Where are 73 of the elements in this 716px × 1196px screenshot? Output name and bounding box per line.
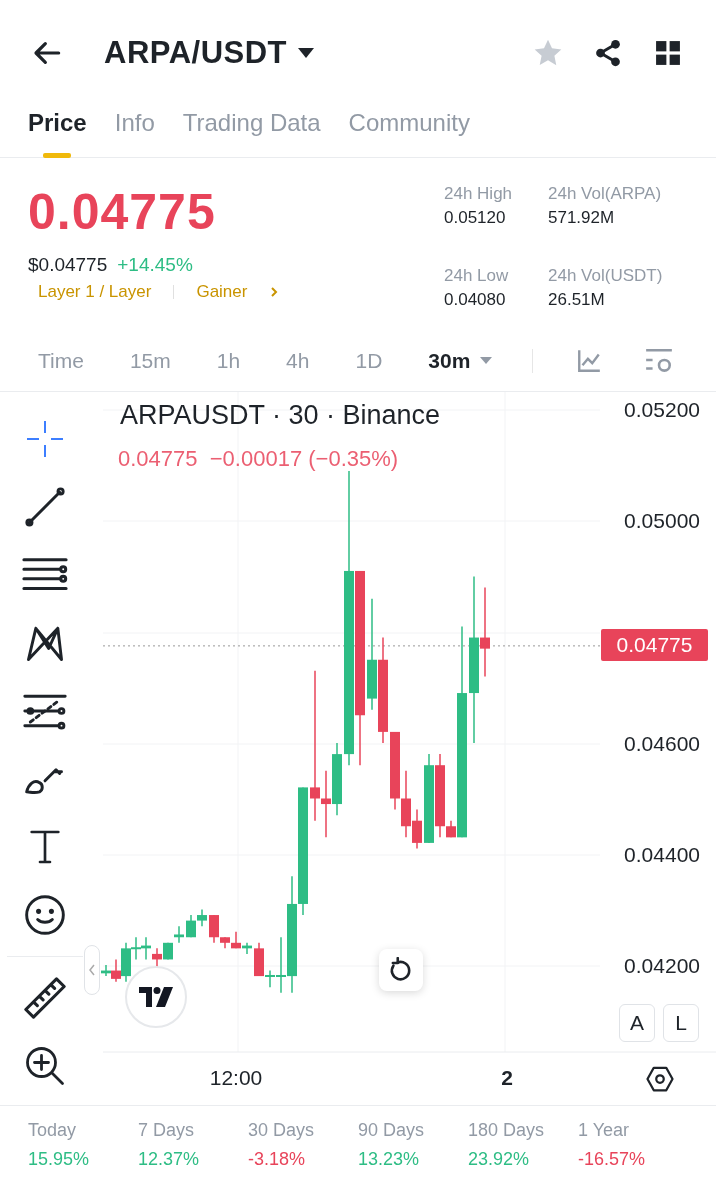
period-label: 180 Days xyxy=(468,1120,546,1141)
period-change: 23.92% xyxy=(468,1149,531,1170)
stat-value: 0.05120 xyxy=(444,208,507,228)
tab[interactable]: Price xyxy=(28,105,87,158)
price-change: +14.45% xyxy=(117,254,193,276)
period-change: 12.37% xyxy=(138,1149,201,1170)
usd-price: $0.04775 xyxy=(28,254,108,276)
period-label: Today xyxy=(28,1120,78,1141)
tab[interactable]: Info xyxy=(114,105,155,158)
collapse-handle[interactable] xyxy=(84,945,100,995)
candle xyxy=(186,914,196,938)
candle xyxy=(163,942,173,961)
stat-value: 0.04080 xyxy=(444,290,507,310)
zoom-in-icon xyxy=(24,1045,66,1087)
share-icon xyxy=(593,37,623,68)
price-axis-label: 0.04600 xyxy=(624,732,700,756)
interval-tab[interactable]: 30m xyxy=(428,348,493,373)
scale-button[interactable]: A xyxy=(619,1004,655,1042)
chevron-left-icon xyxy=(88,963,96,977)
trend-line-icon xyxy=(23,485,67,529)
ruler-icon xyxy=(22,974,68,1022)
interval-tab[interactable]: Time xyxy=(38,348,84,373)
tab[interactable]: Community xyxy=(348,105,470,158)
category-tag[interactable]: Gainer xyxy=(196,282,248,302)
stat-label: 24h Vol(USDT) xyxy=(548,266,664,286)
stat-label: 24h Vol(ARPA) xyxy=(548,184,663,204)
period-label: 30 Days xyxy=(248,1120,316,1141)
candle xyxy=(141,936,151,961)
settings-icon xyxy=(644,346,675,375)
candle xyxy=(197,908,207,927)
price-axis-label: 0.04200 xyxy=(624,954,700,978)
chart-title: ARPAUSDT · 30 · Binance xyxy=(120,400,441,431)
smiley-icon xyxy=(23,893,67,937)
reset-button[interactable] xyxy=(379,949,423,991)
caret-icon xyxy=(480,356,493,365)
caret-icon[interactable] xyxy=(297,46,316,59)
line-tool[interactable] xyxy=(22,484,68,530)
logo-icon xyxy=(139,987,173,1007)
period-change: -3.18% xyxy=(248,1149,307,1170)
period-label: 90 Days xyxy=(358,1120,426,1141)
interval-tab[interactable]: 1h xyxy=(216,348,241,373)
emoji-tool[interactable] xyxy=(22,892,68,938)
price-axis-label: 0.04400 xyxy=(624,843,700,867)
ohlc-change: 0.04775 −0.00017 (−0.35%) xyxy=(118,446,399,472)
period-label: 7 Days xyxy=(138,1120,196,1141)
stat-label: 24h Low xyxy=(444,266,510,286)
period-label: 1 Year xyxy=(578,1120,631,1141)
ruler-tool[interactable] xyxy=(22,975,68,1021)
category-tag[interactable]: Layer 1 / Layer xyxy=(38,282,152,302)
stat-value: 571.92M xyxy=(548,208,616,228)
period-change: -16.57% xyxy=(578,1149,647,1170)
period-change: 15.95% xyxy=(28,1149,91,1170)
last-price: 0.04775 xyxy=(28,183,217,242)
stat-value: 26.51M xyxy=(548,290,606,310)
candle xyxy=(174,925,184,944)
time-axis-label: 12:00 xyxy=(209,1066,263,1090)
pair-title[interactable]: ARPA/USDT xyxy=(104,34,288,71)
interval-tab[interactable]: 4h xyxy=(286,348,310,373)
interval-tab[interactable]: 1D xyxy=(355,348,383,373)
price-axis-label: 0.05000 xyxy=(624,509,700,533)
scale-button[interactable]: L xyxy=(663,1004,699,1042)
crosshair-icon xyxy=(25,419,65,459)
grid-icon xyxy=(655,39,681,66)
interval-tab[interactable]: 15m xyxy=(129,348,171,373)
price-axis-label: 0.05200 xyxy=(624,398,700,422)
stat-label: 24h High xyxy=(444,184,514,204)
chevron-right-icon[interactable] xyxy=(269,285,280,299)
current-price-badge: 0.04775 xyxy=(601,629,708,661)
tab[interactable]: Trading Data xyxy=(182,105,321,158)
time-axis-label: 2 xyxy=(501,1066,513,1090)
settings-icon xyxy=(645,1064,675,1094)
period-change: 13.23% xyxy=(358,1149,421,1170)
chart-line-icon xyxy=(576,347,603,374)
